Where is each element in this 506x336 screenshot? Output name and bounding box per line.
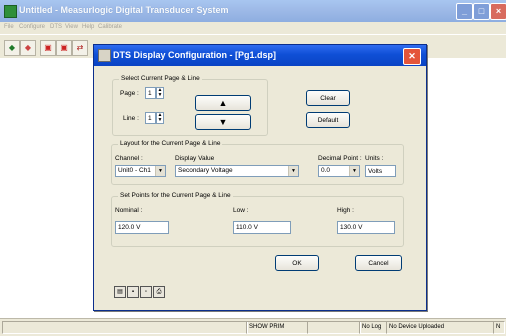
display-config-dialog: DTS Display Configuration - [Pg1.dsp] ✕ … [93, 44, 427, 311]
channel-value: Unit0 - Ch1 [118, 167, 151, 174]
spin-down-icon[interactable]: ▼ [157, 118, 163, 123]
status-device: No Device Uploaded [386, 321, 494, 334]
setpoints-group: Set Points for the Current Page & Line N… [111, 192, 404, 247]
menu-configure[interactable]: Configure [19, 24, 45, 30]
page-label: Page : [120, 90, 139, 97]
move-down-button[interactable]: ▼ [195, 114, 251, 130]
select-group-legend: Select Current Page & Line [119, 75, 202, 82]
decimal-point-label: Decimal Point : [318, 155, 362, 162]
cancel-button[interactable]: Cancel [355, 255, 402, 271]
menu-help[interactable]: Help [82, 24, 94, 30]
spin-down-icon[interactable]: ▼ [157, 93, 163, 98]
channel-select[interactable]: Unit0 - Ch1 ▼ [115, 165, 166, 177]
chevron-down-icon[interactable]: ▼ [349, 166, 359, 176]
status-mode: SHOW PRIM [246, 321, 308, 334]
minimize-button[interactable]: _ [456, 3, 473, 20]
chevron-down-icon[interactable]: ▼ [155, 166, 165, 176]
display-value-select[interactable]: Secondary Voltage ▼ [175, 165, 299, 177]
maximize-button[interactable]: □ [473, 3, 490, 20]
menu-dts[interactable]: DTS [50, 24, 62, 30]
units-label: Units : [365, 155, 384, 162]
move-up-button[interactable]: ▲ [195, 95, 251, 111]
connect-icon[interactable]: ▣ [40, 40, 56, 56]
display-value-label: Display Value [175, 155, 215, 162]
next-icon[interactable]: ◆ [20, 40, 36, 56]
dialog-close-icon[interactable]: ✕ [403, 48, 421, 65]
low-label: Low : [233, 207, 249, 214]
line-input[interactable]: 1 [145, 112, 156, 124]
main-title-bar: Untitled - Measurlogic Digital Transduce… [0, 0, 506, 22]
display-value-value: Secondary Voltage [178, 167, 233, 174]
select-page-line-group: Select Current Page & Line Page : 1 ▲ ▼ … [112, 75, 268, 136]
line-spinner[interactable]: ▲ ▼ [156, 112, 164, 124]
default-button[interactable]: Default [306, 112, 350, 128]
window-title: Untitled - Measurlogic Digital Transduce… [19, 5, 229, 15]
chevron-down-icon[interactable]: ▼ [288, 166, 298, 176]
up-arrow-icon: ▲ [218, 98, 228, 108]
save-icon[interactable]: ▪ [127, 286, 139, 298]
channel-label: Channel : [115, 155, 143, 162]
menu-view[interactable]: View [65, 24, 78, 30]
line-label: Line : [123, 115, 139, 122]
transfer-icon[interactable]: ⇄ [72, 40, 88, 56]
status-bar: SHOW PRIM No Log No Device Uploaded N [0, 318, 506, 336]
previous-icon[interactable]: ◆ [4, 40, 20, 56]
menu-bar: File Configure DTS View Help Calibrate [0, 22, 506, 34]
menu-calibrate[interactable]: Calibrate [98, 24, 122, 30]
app-icon [4, 5, 17, 18]
ok-button[interactable]: OK [275, 255, 319, 271]
save-as-icon[interactable]: ▫ [140, 286, 152, 298]
print-icon[interactable]: ⎙ [153, 286, 165, 298]
low-input[interactable]: 110.0 V [233, 221, 291, 234]
page-input[interactable]: 1 [145, 87, 156, 99]
decimal-point-select[interactable]: 0.0 ▼ [318, 165, 360, 177]
down-arrow-icon: ▼ [218, 117, 228, 127]
page-spinner[interactable]: ▲ ▼ [156, 87, 164, 99]
status-cell-main [2, 321, 248, 334]
menu-file[interactable]: File [4, 24, 14, 30]
high-input[interactable]: 130.0 V [337, 221, 395, 234]
nominal-label: Nominal : [115, 207, 143, 214]
decimal-point-value: 0.0 [321, 167, 331, 174]
clear-button[interactable]: Clear [306, 90, 350, 106]
dialog-title-bar: DTS Display Configuration - [Pg1.dsp] ✕ [94, 45, 426, 66]
nominal-input[interactable]: 120.0 V [115, 221, 169, 234]
status-num: N [493, 321, 505, 334]
status-cell-empty [307, 321, 361, 334]
dialog-icon [98, 49, 111, 62]
close-window-button[interactable]: × [490, 3, 506, 20]
status-log: No Log [359, 321, 387, 334]
setpoints-group-legend: Set Points for the Current Page & Line [118, 192, 233, 199]
layout-group: Layout for the Current Page & Line Chann… [111, 140, 404, 185]
dialog-title: DTS Display Configuration - [Pg1.dsp] [113, 50, 277, 60]
disconnect-icon[interactable]: ▣ [56, 40, 72, 56]
open-file-icon[interactable]: ▤ [114, 286, 126, 298]
high-label: High : [337, 207, 354, 214]
layout-group-legend: Layout for the Current Page & Line [118, 140, 223, 147]
units-input[interactable]: Volts [365, 165, 396, 177]
